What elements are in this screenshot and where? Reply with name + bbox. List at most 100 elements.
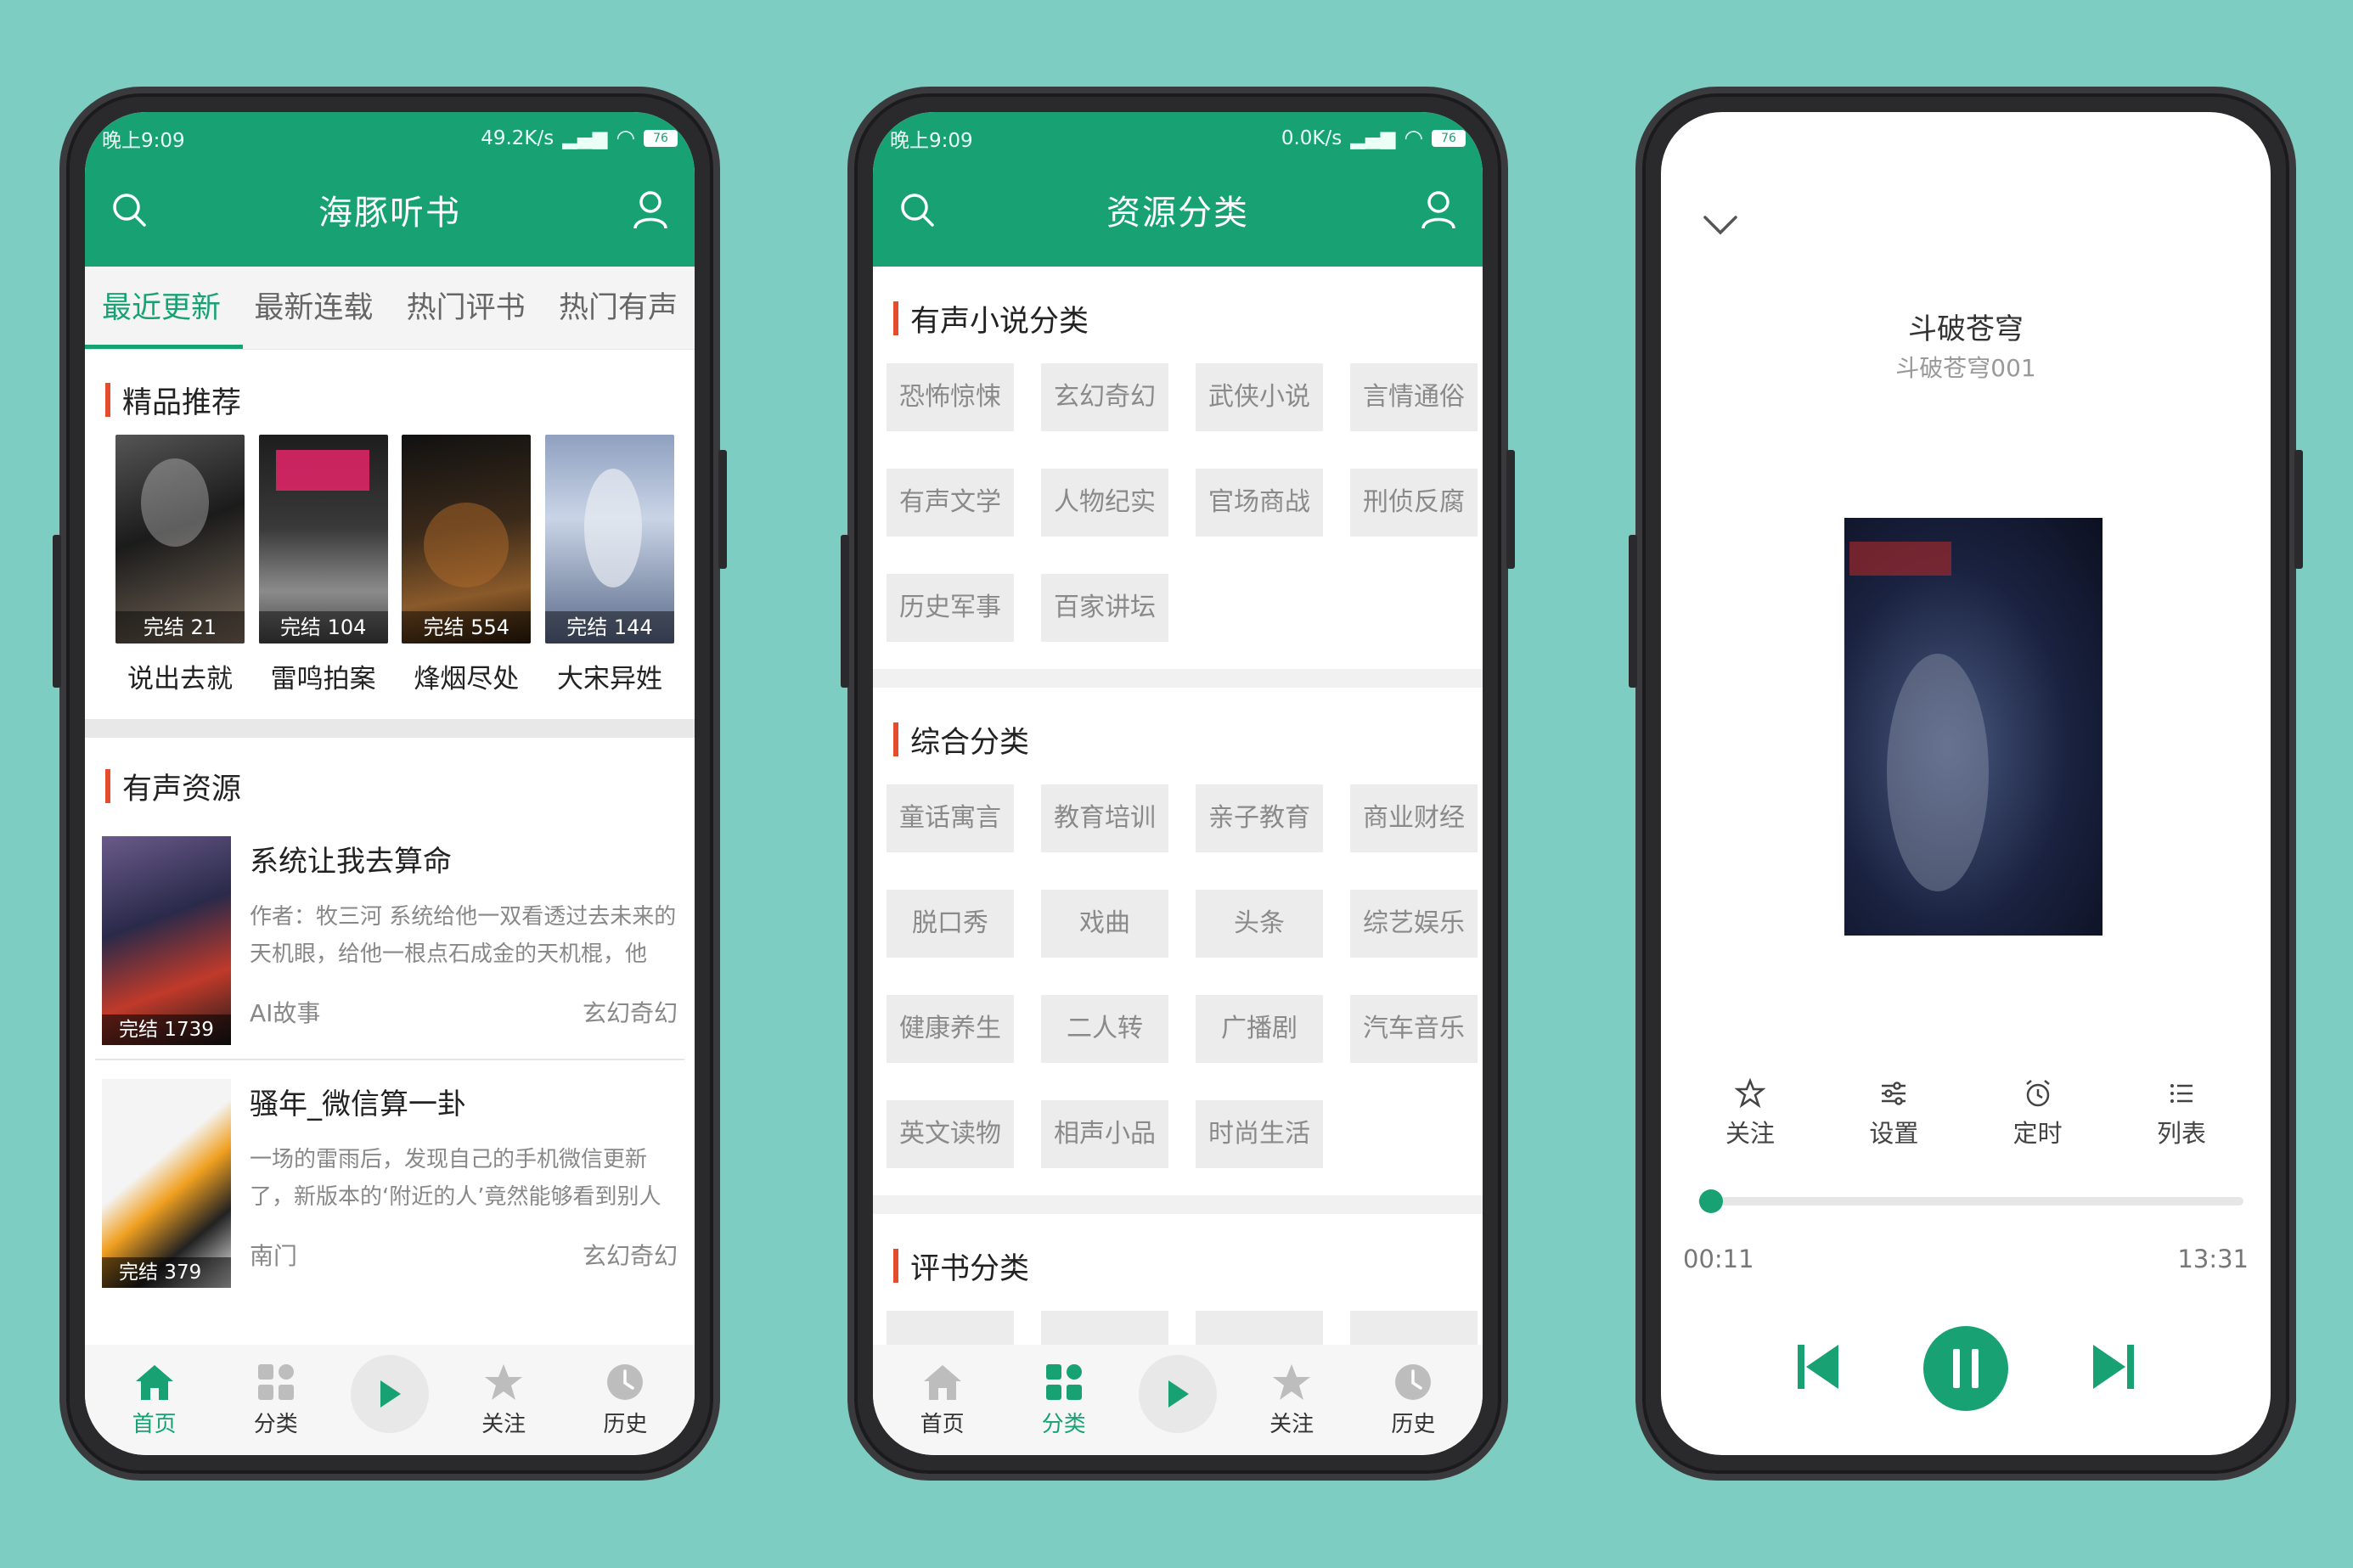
page-title: 海豚听书 xyxy=(318,194,461,233)
book-status-badge: 完结 1739 xyxy=(102,1014,231,1045)
section-divider xyxy=(873,669,1483,688)
category-chip[interactable]: 广播剧 xyxy=(1196,995,1323,1063)
network-speed: 0.0K/s xyxy=(1281,127,1343,149)
tab-bar: 最近更新 最新连载 热门评书 热门有声 xyxy=(85,267,695,350)
book-name: 雷鸣拍案 xyxy=(270,664,376,694)
user-icon[interactable] xyxy=(1416,188,1461,232)
network-speed: 49.2K/s xyxy=(481,127,554,149)
featured-book[interactable]: 完结 554 烽烟尽处 xyxy=(402,435,532,695)
tab-recent[interactable]: 最近更新 xyxy=(85,267,244,349)
player-screen: 斗破苍穹 斗破苍穹001 关注 设置 定时 列表 00:11 13:31 xyxy=(1661,112,2271,1455)
player-actions: 关注 设置 定时 列表 xyxy=(1686,1078,2245,1149)
tab-serial[interactable]: 最新连载 xyxy=(254,267,373,349)
category-chip[interactable]: 言情通俗 xyxy=(1350,363,1478,431)
category-chip[interactable]: 有声文学 xyxy=(887,469,1014,537)
book-cover[interactable]: 完结 144 xyxy=(544,435,674,643)
progress-slider[interactable] xyxy=(1698,1189,2243,1213)
page-title: 资源分类 xyxy=(1106,194,1249,233)
category-chip[interactable]: 时尚生活 xyxy=(1196,1100,1323,1168)
category-screen: 晚上9:09 0.0K/s ▂▄▆ ◠ 76 资源分类 有声小说分类 恐怖惊悚 … xyxy=(873,112,1483,1455)
book-status-badge: 完结 104 xyxy=(258,611,388,643)
phone-home: 晚上9:09 49.2K/s ▂▄▆ ◠ 76 海豚听书 最近更新 最新连载 热… xyxy=(53,87,727,1481)
pause-button[interactable] xyxy=(1923,1326,2008,1411)
timer-button[interactable]: 定时 xyxy=(1974,1078,2102,1149)
category-chip[interactable]: 头条 xyxy=(1196,890,1323,958)
alarm-clock-icon xyxy=(2025,1080,2050,1107)
category-chip[interactable]: 综艺娱乐 xyxy=(1350,890,1478,958)
book-cover[interactable]: 完结 379 xyxy=(102,1079,231,1288)
nav-home[interactable]: 首页 xyxy=(896,1363,989,1438)
nav-history[interactable]: 历史 xyxy=(578,1363,672,1438)
home-icon xyxy=(923,1364,961,1400)
section-heading: 有声小说分类 xyxy=(887,289,1469,348)
book-status-badge: 完结 21 xyxy=(115,611,245,643)
category-chip[interactable]: 百家讲坛 xyxy=(1041,574,1168,642)
book-cover[interactable]: 完结 554 xyxy=(402,435,532,643)
book-status-badge: 完结 554 xyxy=(402,611,532,643)
category-chip[interactable]: 英文读物 xyxy=(887,1100,1014,1168)
tab-storytelling[interactable]: 热门评书 xyxy=(407,267,526,349)
settings-button[interactable]: 设置 xyxy=(1830,1078,1957,1149)
search-icon[interactable] xyxy=(895,188,939,232)
bottom-nav: 首页 分类 关注 历史 xyxy=(873,1345,1483,1455)
category-chip[interactable]: 历史军事 xyxy=(887,574,1014,642)
nav-follow[interactable]: 关注 xyxy=(1245,1363,1338,1438)
category-chip[interactable]: 二人转 xyxy=(1041,995,1168,1063)
nav-follow[interactable]: 关注 xyxy=(457,1363,550,1438)
nav-home[interactable]: 首页 xyxy=(108,1363,201,1438)
next-button[interactable] xyxy=(2090,1341,2137,1396)
follow-button[interactable]: 关注 xyxy=(1686,1078,1814,1149)
play-button[interactable] xyxy=(350,1355,429,1433)
play-icon xyxy=(380,1380,401,1408)
featured-book[interactable]: 完结 104 雷鸣拍案 xyxy=(258,435,388,695)
pause-icon xyxy=(1953,1349,1979,1388)
playlist-button[interactable]: 列表 xyxy=(2118,1078,2245,1149)
book-name: 大宋异姓 xyxy=(556,664,662,694)
status-time: 晚上9:09 xyxy=(890,130,973,152)
skip-previous-icon xyxy=(1798,1345,1838,1389)
clock-icon xyxy=(1395,1363,1432,1400)
bottom-nav: 首页 分类 关注 历史 xyxy=(85,1345,695,1455)
category-chip[interactable]: 官场商战 xyxy=(1196,469,1323,537)
play-button[interactable] xyxy=(1138,1355,1217,1433)
search-icon[interactable] xyxy=(107,188,151,232)
category-chip[interactable]: 武侠小说 xyxy=(1196,363,1323,431)
category-chip[interactable]: 刑侦反腐 xyxy=(1350,469,1478,537)
tab-audio[interactable]: 热门有声 xyxy=(559,267,678,349)
category-chip[interactable]: 教育培训 xyxy=(1041,784,1168,852)
nav-category[interactable]: 分类 xyxy=(1017,1363,1111,1438)
previous-button[interactable] xyxy=(1794,1341,1842,1396)
featured-book[interactable]: 完结 144 大宋异姓 xyxy=(544,435,674,695)
app-bar: 晚上9:09 49.2K/s ▂▄▆ ◠ 76 海豚听书 xyxy=(85,112,695,267)
category-chip[interactable]: 童话寓言 xyxy=(887,784,1014,852)
progress-handle[interactable] xyxy=(1698,1189,1723,1213)
wifi-icon: ◠ xyxy=(1404,126,1423,151)
home-screen: 晚上9:09 49.2K/s ▂▄▆ ◠ 76 海豚听书 最近更新 最新连载 热… xyxy=(85,112,695,1455)
featured-book[interactable]: 完结 21 说出去就 xyxy=(115,435,245,695)
category-chip[interactable]: 脱口秀 xyxy=(887,890,1014,958)
category-chip[interactable]: 玄幻奇幻 xyxy=(1041,363,1168,431)
book-cover[interactable]: 完结 21 xyxy=(115,435,245,643)
category-chip[interactable]: 相声小品 xyxy=(1041,1100,1168,1168)
list-item[interactable]: 完结 1739 系统让我去算命 作者：牧三河 系统给他一双看透过去未来的天机眼，… xyxy=(85,816,695,1059)
category-chip[interactable]: 健康养生 xyxy=(887,995,1014,1063)
status-bar: 晚上9:09 0.0K/s ▂▄▆ ◠ 76 xyxy=(890,124,1466,153)
category-chip[interactable]: 恐怖惊悚 xyxy=(887,363,1014,431)
category-chip[interactable]: 戏曲 xyxy=(1041,890,1168,958)
nav-category[interactable]: 分类 xyxy=(229,1363,323,1438)
category-chip[interactable]: 人物纪实 xyxy=(1041,469,1168,537)
book-description: 一场的雷雨后，发现自己的手机微信更新了，新版本的‘附近的人’竟然能够看到别人的.… xyxy=(250,1147,661,1210)
book-cover[interactable]: 完结 104 xyxy=(258,435,388,643)
user-icon[interactable] xyxy=(628,188,673,232)
collapse-chevron-icon[interactable] xyxy=(1702,214,1739,241)
list-item[interactable]: 完结 379 骚年_微信算一卦 一场的雷雨后，发现自己的手机微信更新了，新版本的… xyxy=(95,1059,684,1293)
category-chip[interactable]: 商业财经 xyxy=(1350,784,1478,852)
book-title: 系统让我去算命 xyxy=(250,845,452,879)
category-chip[interactable]: 汽车音乐 xyxy=(1350,995,1478,1063)
featured-list: 完结 21 说出去就 完结 104 雷鸣拍案 完结 554 烽烟尽处 完结 14… xyxy=(85,435,695,695)
section-heading: 综合分类 xyxy=(887,710,1469,769)
nav-history[interactable]: 历史 xyxy=(1366,1363,1460,1438)
category-chip[interactable]: 亲子教育 xyxy=(1196,784,1323,852)
book-cover[interactable]: 完结 1739 xyxy=(102,836,231,1045)
general-section: 综合分类 童话寓言 教育培训 亲子教育 商业财经 脱口秀 戏曲 头条 综艺娱乐 … xyxy=(873,688,1483,1177)
